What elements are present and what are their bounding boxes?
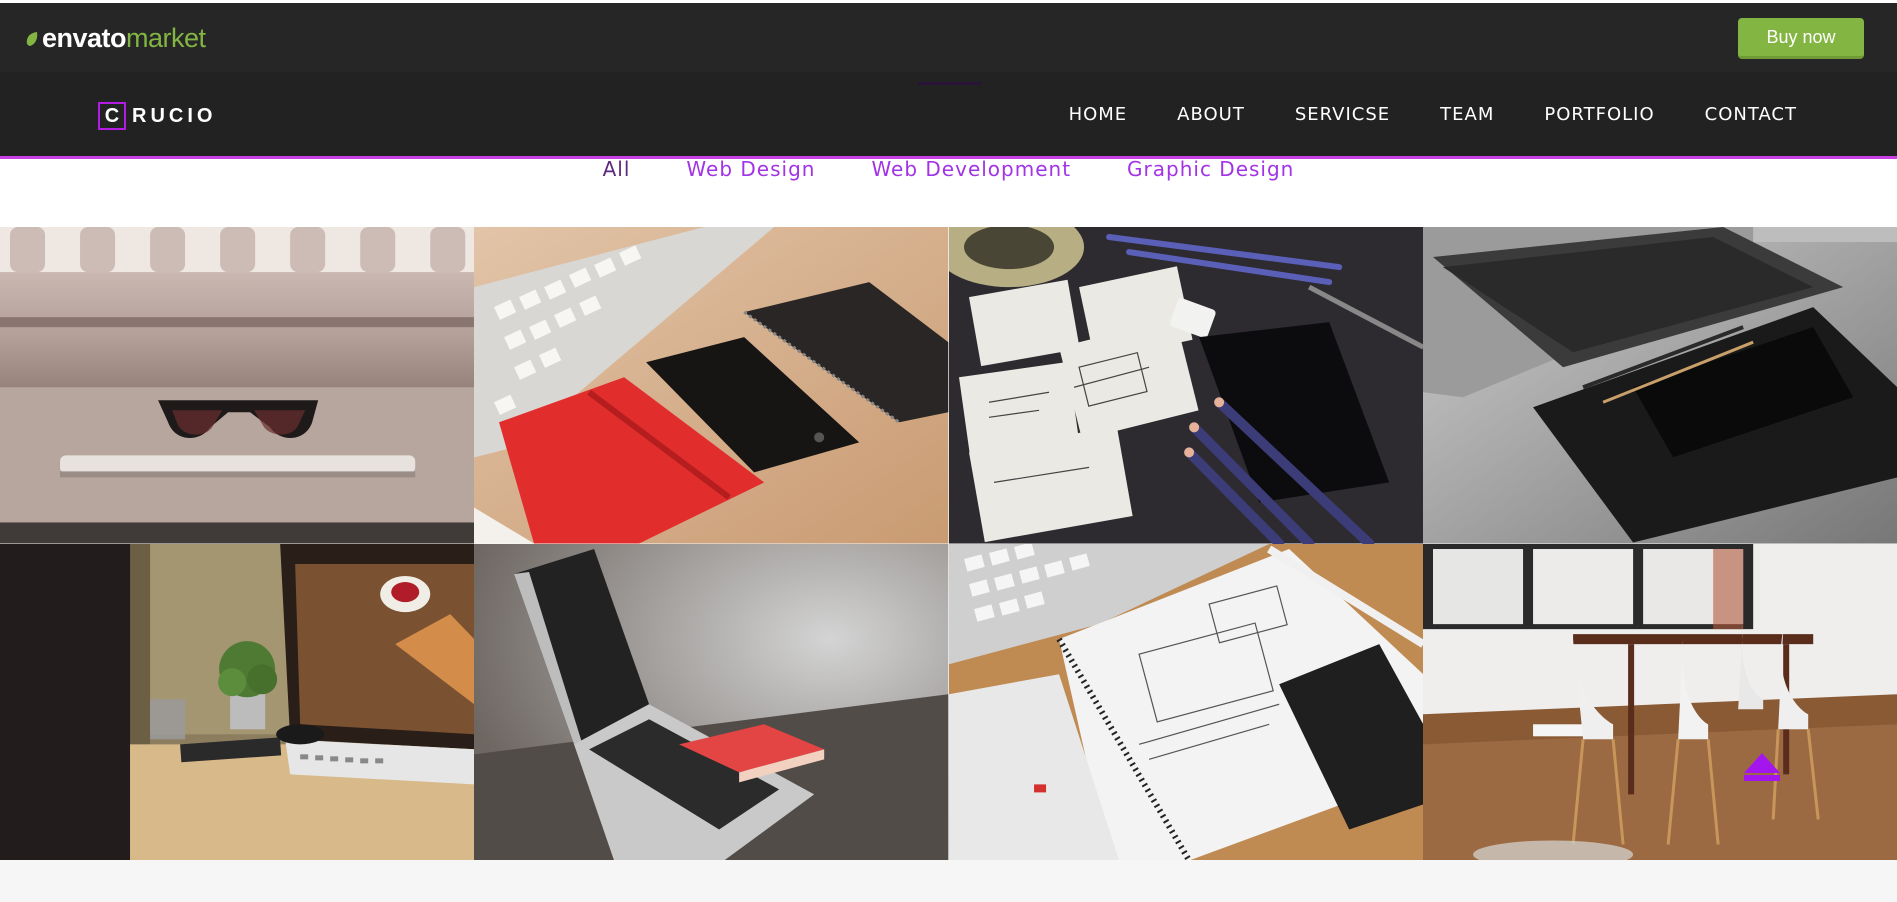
portfolio-grid <box>0 227 1897 860</box>
site-header: C RUCIO HOME ABOUT SERVICSE TEAM PORTFOL… <box>0 72 1897 159</box>
sketchbook-phone-keyboard-photo[interactable] <box>948 543 1423 860</box>
wireframe-sketches-pencils-photo[interactable] <box>948 227 1423 544</box>
filter-web-development[interactable]: Web Development <box>871 157 1071 227</box>
filter-all[interactable]: All <box>603 157 631 227</box>
white-chairs-dining-room-photo[interactable] <box>1422 543 1897 860</box>
nav-home[interactable]: HOME <box>1069 104 1128 125</box>
logo-text: RUCIO <box>132 104 217 127</box>
envato-logo[interactable]: envato market <box>25 23 206 54</box>
portfolio-filters: All Web Design Web Development Graphic D… <box>0 157 1897 227</box>
page-footer-strip <box>0 860 1897 902</box>
envato-topbar: envato market Buy now <box>0 0 1897 72</box>
main-menu: HOME ABOUT SERVICSE TEAM PORTFOLIO CONTA… <box>1069 104 1797 125</box>
nav-about[interactable]: ABOUT <box>1177 104 1245 125</box>
nav-portfolio[interactable]: PORTFOLIO <box>1544 104 1654 125</box>
keyboard-notebooks-phone-photo[interactable] <box>474 227 949 544</box>
envato-word: envato <box>42 23 127 53</box>
desk-monitor-plant-photo[interactable] <box>0 543 475 860</box>
nav-contact[interactable]: CONTACT <box>1705 104 1797 125</box>
market-word: market <box>126 23 206 53</box>
laptop-red-notebook-photo[interactable] <box>474 543 949 860</box>
leaf-icon <box>26 31 38 46</box>
filter-web-design[interactable]: Web Design <box>686 157 815 227</box>
laptop-phone-on-notebook-photo[interactable] <box>1422 227 1897 544</box>
sunglasses-on-laptop-photo[interactable] <box>0 227 475 544</box>
logo-letter-box: C <box>98 102 126 130</box>
buy-now-button[interactable]: Buy now <box>1738 18 1864 59</box>
nav-indicator <box>918 82 981 85</box>
filter-graphic-design[interactable]: Graphic Design <box>1127 157 1294 227</box>
arrow-up-icon[interactable] <box>1742 751 1782 783</box>
nav-services[interactable]: SERVICSE <box>1295 104 1390 125</box>
nav-team[interactable]: TEAM <box>1440 104 1494 125</box>
site-logo[interactable]: C RUCIO <box>98 102 216 130</box>
